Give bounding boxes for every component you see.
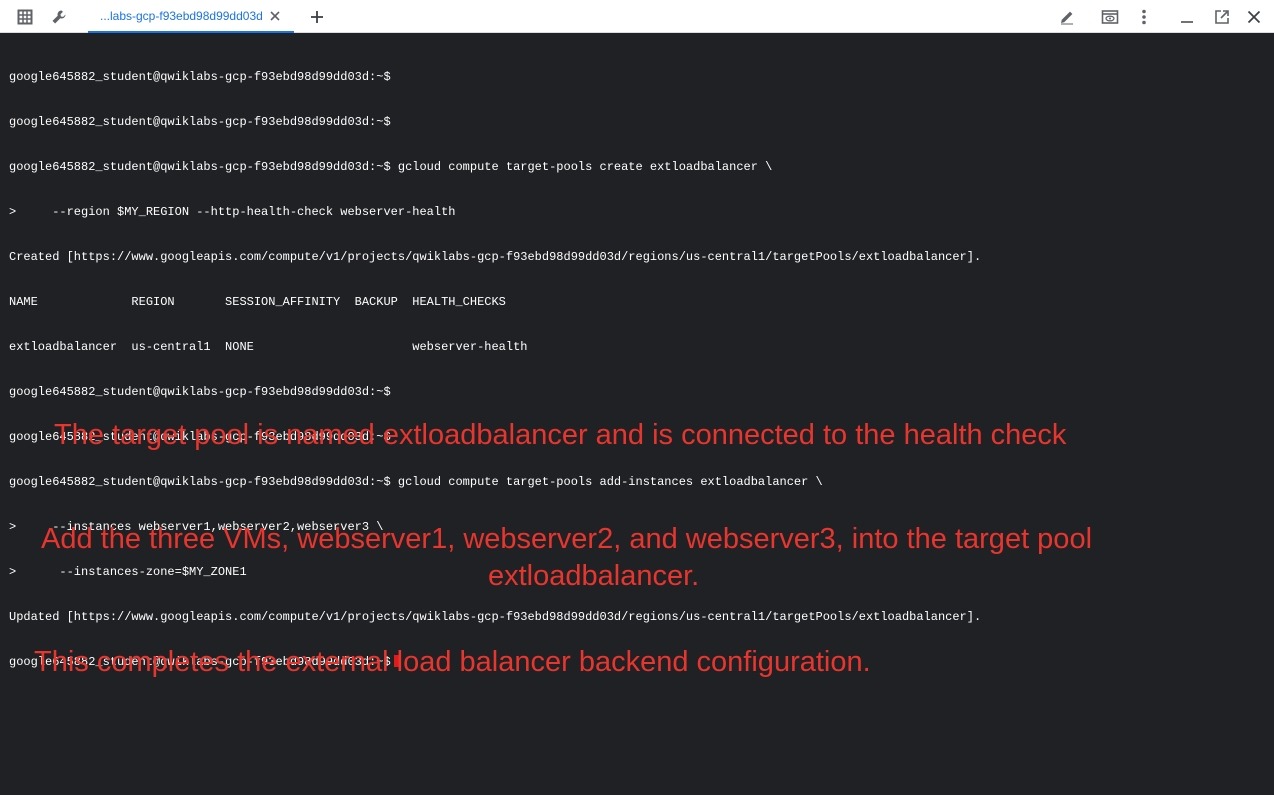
terminal-line: NAME REGION SESSION_AFFINITY BACKUP HEAL… — [9, 295, 506, 309]
terminal-line: google645882_student@qwiklabs-gcp-f93ebd… — [9, 160, 773, 174]
terminal-line: google645882_student@qwiklabs-gcp-f93ebd… — [9, 70, 391, 84]
grid-icon[interactable] — [14, 6, 36, 28]
preview-icon[interactable] — [1099, 6, 1121, 28]
tab-close-icon[interactable] — [269, 10, 281, 22]
terminal-line: Updated [https://www.googleapis.com/comp… — [9, 610, 982, 624]
terminal-line: google645882_student@qwiklabs-gcp-f93ebd… — [9, 385, 391, 399]
more-vert-icon[interactable] — [1133, 6, 1155, 28]
plus-icon[interactable] — [306, 6, 328, 28]
minimize-icon[interactable] — [1176, 6, 1198, 28]
annotation-add-vms-cont: extloadbalancer. — [488, 560, 700, 592]
annotation-completion: This completes the external load balance… — [34, 646, 871, 678]
terminal-line: > --region $MY_REGION --http-health-chec… — [9, 205, 456, 219]
tab-label: ...labs-gcp-f93ebd98d99dd03d — [100, 9, 263, 23]
terminal-pane[interactable]: google645882_student@qwiklabs-gcp-f93ebd… — [0, 33, 1274, 795]
cloud-shell-toolbar: ...labs-gcp-f93ebd98d99dd03d — [0, 0, 1274, 33]
terminal-line: Created [https://www.googleapis.com/comp… — [9, 250, 982, 264]
annotation-target-pool: The target pool is named extloadbalancer… — [54, 419, 1067, 451]
terminal-output: google645882_student@qwiklabs-gcp-f93ebd… — [9, 40, 981, 700]
tab-terminal[interactable]: ...labs-gcp-f93ebd98d99dd03d — [88, 0, 294, 33]
annotation-add-vms: Add the three VMs, webserver1, webserver… — [41, 523, 1093, 555]
pencil-icon[interactable] — [1056, 6, 1078, 28]
popout-icon[interactable] — [1211, 6, 1233, 28]
terminal-line: google645882_student@qwiklabs-gcp-f93ebd… — [9, 115, 391, 129]
close-icon[interactable] — [1243, 6, 1265, 28]
terminal-line: google645882_student@qwiklabs-gcp-f93ebd… — [9, 475, 823, 489]
wrench-icon[interactable] — [48, 6, 70, 28]
terminal-line: extloadbalancer us-central1 NONE webserv… — [9, 340, 528, 354]
